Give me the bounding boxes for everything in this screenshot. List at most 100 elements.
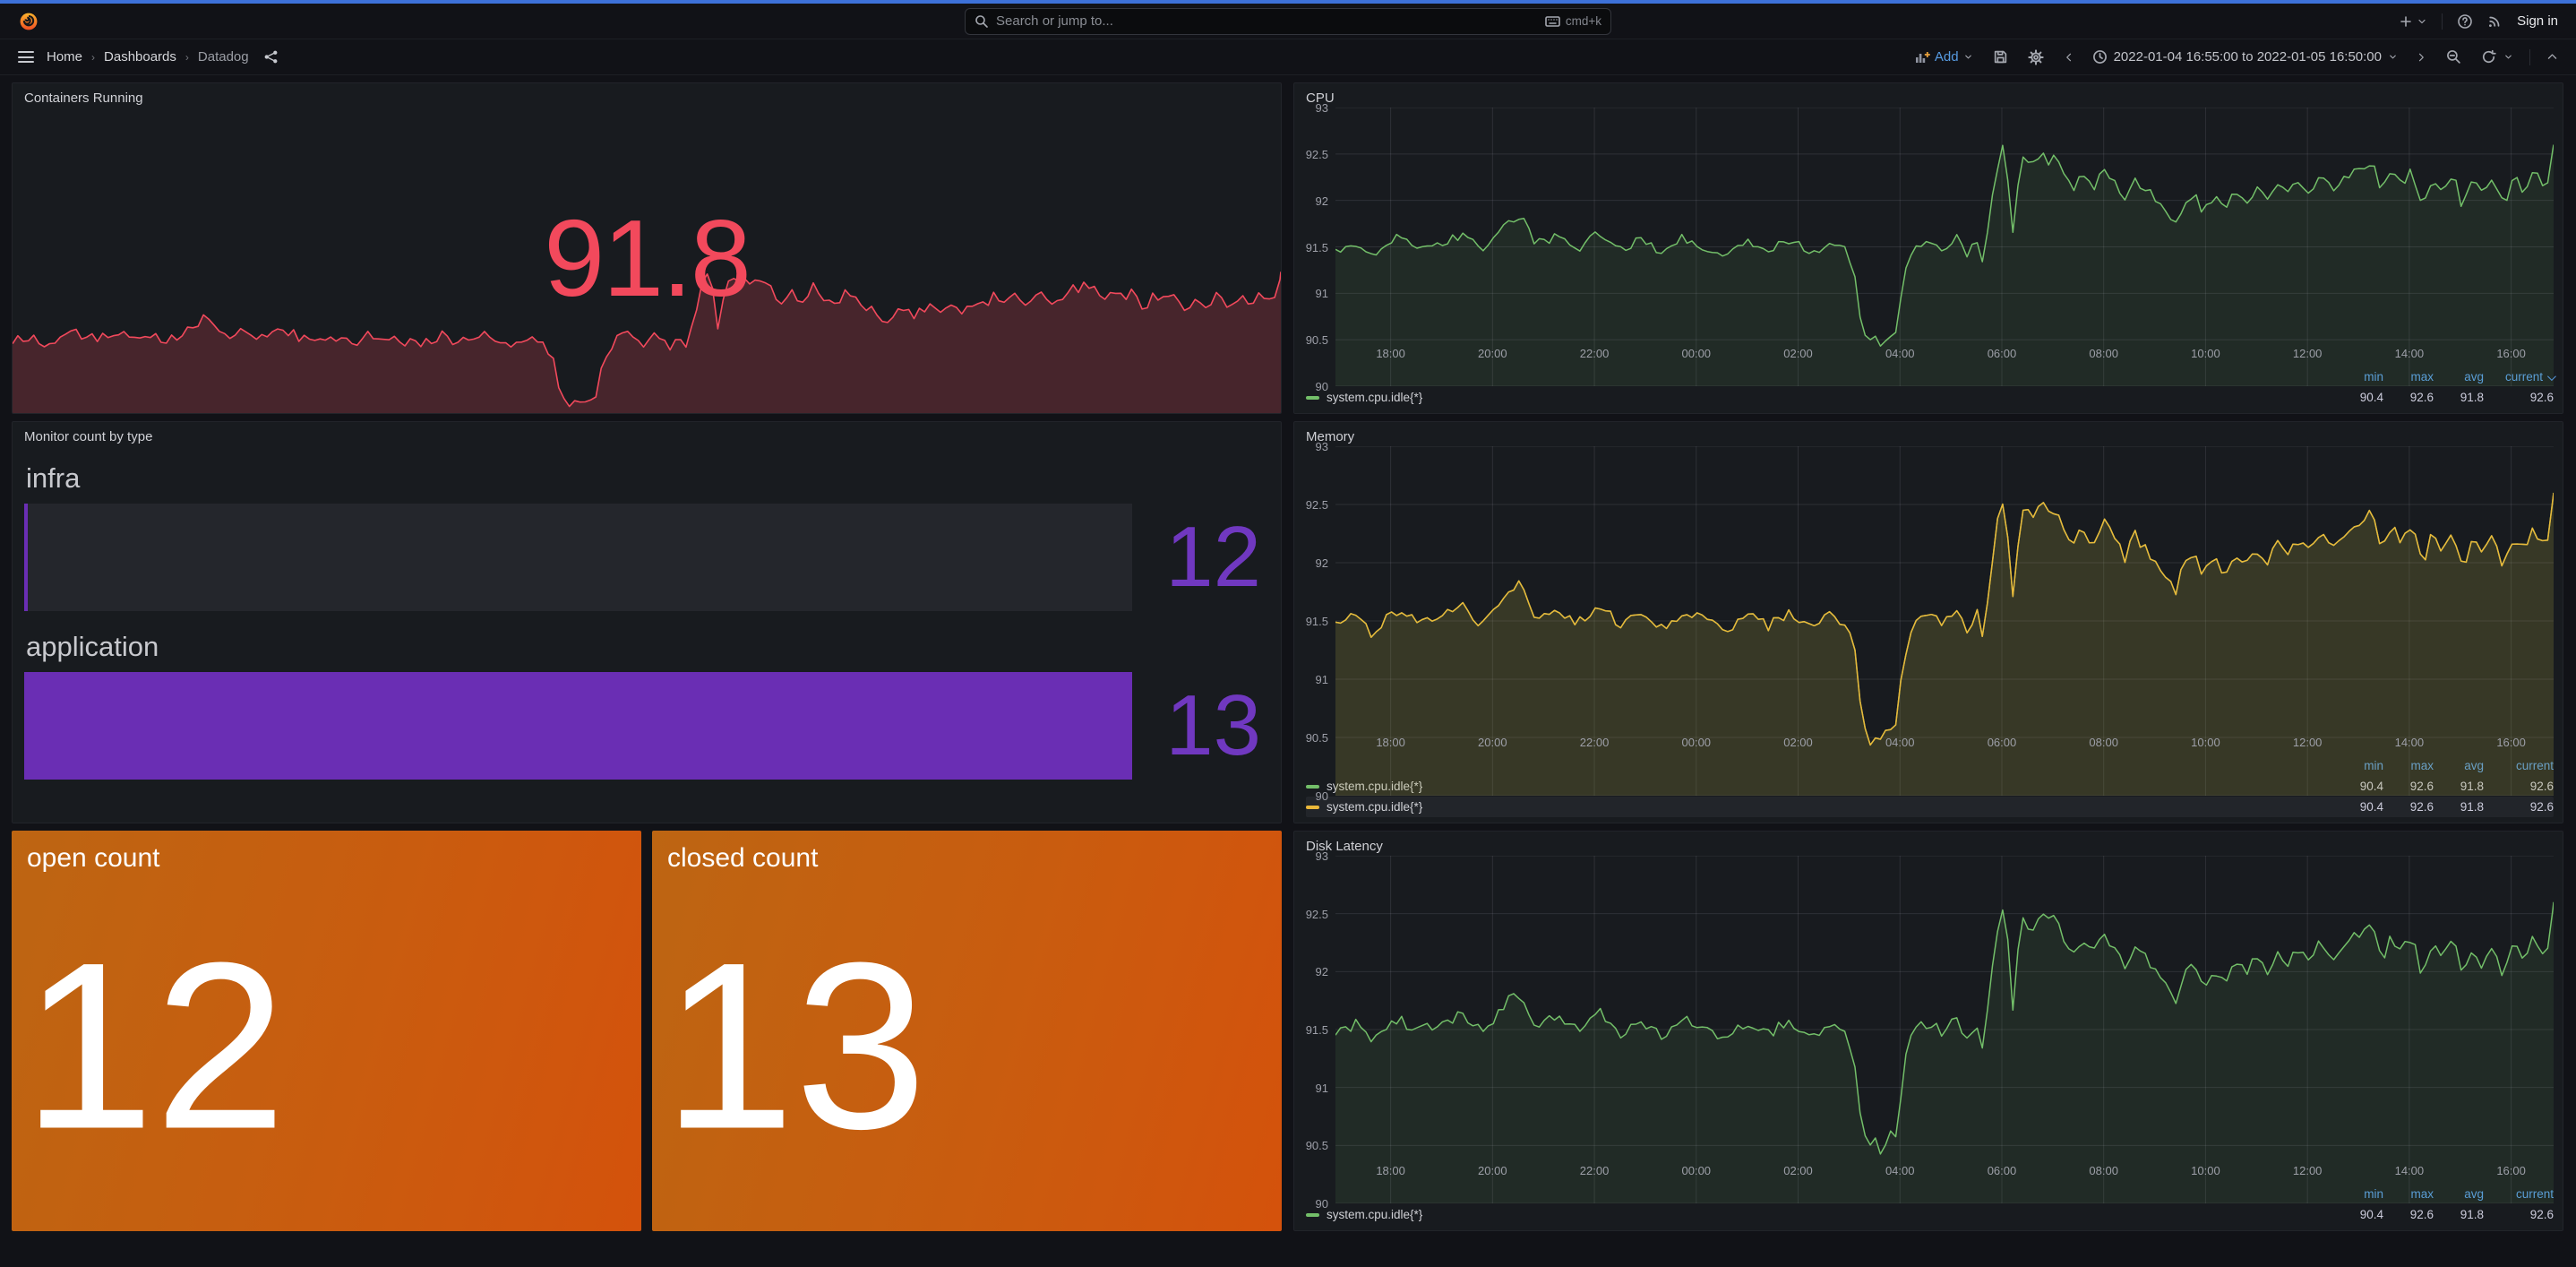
y-tick-label: 92.5 xyxy=(1296,498,1328,512)
x-tick-label: 06:00 xyxy=(1982,1164,2022,1177)
bargauge-label: application xyxy=(24,624,1265,672)
y-tick-label: 91.5 xyxy=(1296,615,1328,628)
legend-stat-min: 90.4 xyxy=(2333,1208,2383,1221)
legend-stat-max: 92.6 xyxy=(2383,1208,2434,1221)
search-icon xyxy=(975,14,989,29)
bargauge-row-application: application 13 xyxy=(24,624,1265,780)
panel-title[interactable]: Monitor count by type xyxy=(13,422,1281,446)
panel-title[interactable]: CPU xyxy=(1294,83,2563,108)
x-axis: 18:0020:0022:0000:0002:0004:0006:0008:00… xyxy=(1335,1164,2554,1182)
x-tick-label: 18:00 xyxy=(1371,736,1411,749)
panel-monitor-count: Monitor count by type infra 12 applicati… xyxy=(12,421,1282,823)
legend-stat-avg: 91.8 xyxy=(2434,800,2484,814)
panel-title[interactable]: Disk Latency xyxy=(1294,832,2563,856)
x-tick-label: 12:00 xyxy=(2288,736,2327,749)
x-tick-label: 14:00 xyxy=(2390,1164,2429,1177)
search-shortcut: cmd+k xyxy=(1545,14,1601,28)
chart-plot-area[interactable] xyxy=(1335,446,2554,734)
panel-open-count: open count 12 xyxy=(12,831,641,1231)
clock-icon xyxy=(2092,49,2108,65)
legend-series-row: system.cpu.idle{*}90.492.691.892.6 xyxy=(1306,1204,2554,1225)
series-color-swatch xyxy=(1306,785,1319,789)
add-panel-icon xyxy=(1915,50,1930,65)
time-shift-back-button[interactable] xyxy=(2060,48,2078,66)
x-tick-label: 08:00 xyxy=(2084,736,2124,749)
x-tick-label: 10:00 xyxy=(2185,736,2225,749)
y-tick-label: 90.5 xyxy=(1296,1139,1328,1152)
help-button[interactable] xyxy=(2457,13,2473,30)
x-tick-label: 10:00 xyxy=(2185,1164,2225,1177)
x-tick-label: 04:00 xyxy=(1880,347,1919,360)
x-tick-label: 02:00 xyxy=(1779,1164,1818,1177)
zoom-out-icon xyxy=(2446,49,2461,65)
bargauge-bar-application[interactable] xyxy=(24,672,1132,780)
x-tick-label: 22:00 xyxy=(1575,347,1614,360)
legend-series-row: system.cpu.idle{*}90.492.691.892.6 xyxy=(1306,387,2554,408)
series-color-swatch xyxy=(1306,396,1319,400)
breadcrumb-home[interactable]: Home xyxy=(47,49,82,65)
y-tick-label: 90.5 xyxy=(1296,333,1328,347)
kiosk-mode-button[interactable] xyxy=(2543,47,2562,66)
time-range-picker[interactable]: 2022-01-04 16:55:00 to 2022-01-05 16:50:… xyxy=(2091,46,2400,68)
legend-series-name[interactable]: system.cpu.idle{*} xyxy=(1306,391,2333,404)
share-icon[interactable] xyxy=(263,49,279,65)
sign-in-button[interactable]: Sign in xyxy=(2517,13,2558,29)
legend-stat-min: 90.4 xyxy=(2333,391,2383,404)
y-axis: 9090.59191.59292.593 xyxy=(1294,108,1335,345)
bargauge-label: infra xyxy=(24,455,1265,504)
save-dashboard-button[interactable] xyxy=(1989,46,2012,68)
chart-plot-area[interactable] xyxy=(1335,856,2554,1162)
legend-stat-max: 92.6 xyxy=(2383,800,2434,814)
panel-title[interactable]: closed count xyxy=(652,831,1282,874)
y-axis: 9090.59191.59292.593 xyxy=(1294,446,1335,734)
x-tick-label: 12:00 xyxy=(2288,1164,2327,1177)
y-tick-label: 91 xyxy=(1296,673,1328,686)
breadcrumb-dashboards[interactable]: Dashboards xyxy=(104,49,176,65)
dashboard-settings-button[interactable] xyxy=(2024,46,2048,69)
legend-stat-avg: 91.8 xyxy=(2434,1208,2484,1221)
x-tick-label: 00:00 xyxy=(1677,736,1716,749)
panel-containers-running: Containers Running 91.8 xyxy=(12,82,1282,414)
x-tick-label: 02:00 xyxy=(1779,347,1818,360)
legend-series-name[interactable]: system.cpu.idle{*} xyxy=(1306,1208,2333,1221)
time-shift-forward-button[interactable] xyxy=(2412,48,2430,66)
y-tick-label: 92.5 xyxy=(1296,908,1328,921)
breadcrumb-separator: › xyxy=(185,51,189,64)
help-icon xyxy=(2457,13,2473,30)
panel-title[interactable]: Memory xyxy=(1294,422,2563,446)
dashboard-toolbar: Home › Dashboards › Datadog Add xyxy=(0,39,2576,75)
chevron-down-icon xyxy=(2503,52,2513,62)
chart-plot-area[interactable] xyxy=(1335,108,2554,345)
x-tick-label: 18:00 xyxy=(1371,1164,1411,1177)
y-tick-label: 90 xyxy=(1296,1197,1328,1211)
x-axis: 18:0020:0022:0000:0002:0004:0006:0008:00… xyxy=(1335,736,2554,754)
y-tick-label: 93 xyxy=(1296,440,1328,453)
x-tick-label: 20:00 xyxy=(1473,736,1512,749)
divider xyxy=(2442,13,2443,30)
news-button[interactable] xyxy=(2487,13,2503,29)
bargauge-bar-infra[interactable] xyxy=(24,504,1132,611)
panel-title[interactable]: open count xyxy=(12,831,641,874)
y-tick-label: 91 xyxy=(1296,1082,1328,1095)
search-input[interactable]: Search or jump to... cmd+k xyxy=(965,8,1611,35)
x-tick-label: 16:00 xyxy=(2492,736,2531,749)
grafana-logo[interactable] xyxy=(18,11,39,32)
y-tick-label: 92 xyxy=(1296,965,1328,978)
refresh-button[interactable] xyxy=(2477,46,2517,68)
gear-icon xyxy=(2028,49,2044,65)
legend-stat-avg: 91.8 xyxy=(2434,391,2484,404)
y-tick-label: 93 xyxy=(1296,849,1328,863)
x-tick-label: 10:00 xyxy=(2185,347,2225,360)
panel-title[interactable]: Containers Running xyxy=(13,83,1281,108)
y-tick-label: 90.5 xyxy=(1296,731,1328,745)
x-tick-label: 06:00 xyxy=(1982,736,2022,749)
y-tick-label: 91.5 xyxy=(1296,1023,1328,1037)
new-button[interactable] xyxy=(2399,14,2427,29)
zoom-out-time-button[interactable] xyxy=(2443,46,2465,68)
legend-series-name[interactable]: system.cpu.idle{*} xyxy=(1306,800,2333,814)
menu-toggle[interactable] xyxy=(18,51,34,63)
divider xyxy=(2529,49,2530,65)
y-tick-label: 91 xyxy=(1296,287,1328,300)
add-panel-button[interactable]: Add xyxy=(1911,46,1977,68)
panel-cpu: CPU 9090.59191.59292.593 18:0020:0022:00… xyxy=(1293,82,2563,414)
